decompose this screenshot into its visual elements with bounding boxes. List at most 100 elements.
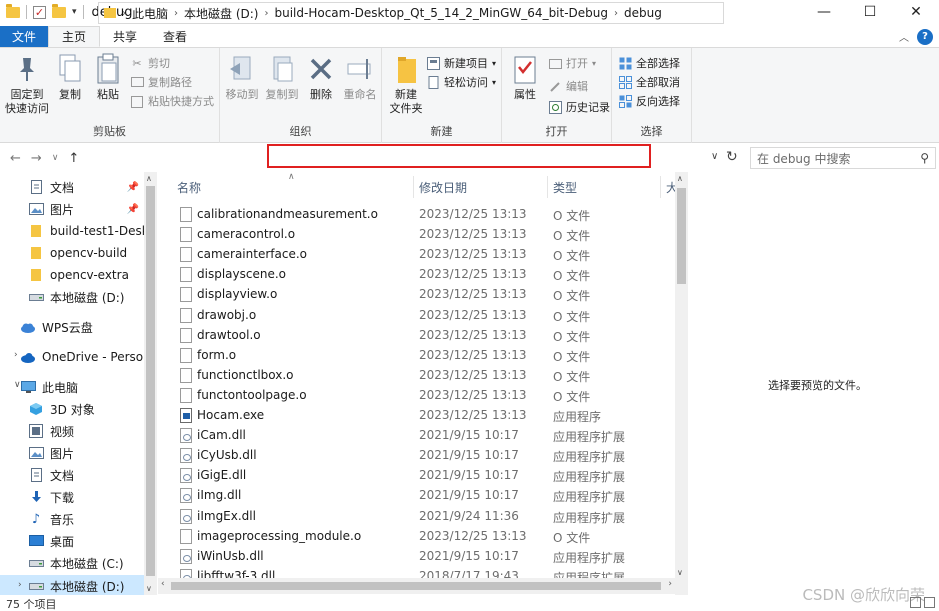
copy-to-button[interactable]: 复制到	[264, 52, 300, 102]
table-row[interactable]: cameracontrol.o 2023/12/25 13:13 O 文件	[158, 224, 676, 244]
table-row[interactable]: drawobj.o 2023/12/25 13:13 O 文件	[158, 305, 676, 325]
scroll-thumb[interactable]	[171, 582, 661, 590]
nav-item-documents-pinned[interactable]: 文档 📌	[0, 176, 145, 198]
tab-view[interactable]: 查看	[150, 26, 200, 47]
file-list-scrollbar[interactable]: ∧ ∨	[675, 172, 688, 595]
table-row[interactable]: iWinUsb.dll 2021/9/15 10:17 应用程序扩展	[158, 546, 676, 566]
horizontal-scrollbar[interactable]: ‹ ›	[158, 578, 675, 594]
nav-item-downloads[interactable]: 下载	[0, 486, 145, 508]
table-row[interactable]: displayscene.o 2023/12/25 13:13 O 文件	[158, 264, 676, 284]
scroll-right-icon[interactable]: ›	[668, 579, 672, 589]
back-arrow-icon[interactable]: ←	[10, 151, 21, 166]
table-row[interactable]: imageprocessing_module.o 2023/12/25 13:13…	[158, 526, 676, 546]
properties-button[interactable]: 属性	[506, 52, 544, 102]
scroll-thumb[interactable]	[677, 188, 686, 284]
nav-item-this-pc[interactable]: 此电脑	[0, 376, 145, 398]
nav-item-music[interactable]: ♪ 音乐	[0, 508, 145, 530]
paste-shortcut-button[interactable]: 粘贴快捷方式	[130, 93, 214, 109]
paste-button[interactable]: 粘贴	[90, 52, 126, 102]
tab-file[interactable]: 文件	[0, 26, 49, 47]
table-row[interactable]: functontoolpage.o 2023/12/25 13:13 O 文件	[158, 385, 676, 405]
rename-button[interactable]: 重命名	[340, 52, 380, 102]
nav-item-pictures[interactable]: 图片	[0, 442, 145, 464]
nav-item-wps-cloud[interactable]: WPS云盘	[0, 316, 145, 338]
select-all-button[interactable]: 全部选择	[618, 55, 680, 71]
table-row[interactable]: iImg.dll 2021/9/15 10:17 应用程序扩展	[158, 485, 676, 505]
breadcrumb-this-pc[interactable]: 此电脑	[132, 5, 168, 22]
table-row[interactable]: drawtool.o 2023/12/25 13:13 O 文件	[158, 325, 676, 345]
nav-item-local-disk-d[interactable]: 本地磁盘 (D:)	[0, 575, 145, 595]
scroll-up-icon[interactable]: ∧	[146, 174, 152, 183]
forward-arrow-icon[interactable]: →	[31, 151, 42, 166]
minimize-button[interactable]: —	[801, 0, 847, 24]
column-date[interactable]: 修改日期	[419, 179, 467, 196]
pin-to-quick-access-button[interactable]: 固定到 快速访问	[4, 52, 50, 116]
new-folder-icon[interactable]	[52, 3, 66, 18]
refresh-icon[interactable]: ↻	[726, 149, 738, 165]
breadcrumb-chevron-icon[interactable]: ›	[174, 8, 178, 19]
table-row[interactable]: displayview.o 2023/12/25 13:13 O 文件	[158, 284, 676, 304]
nav-item-opencv-extra[interactable]: opencv-extra	[0, 264, 145, 286]
easy-access-button[interactable]: 轻松访问 ▾	[426, 74, 496, 90]
recent-locations-chevron-icon[interactable]: ∨	[52, 153, 59, 163]
table-row[interactable]: Hocam.exe 2023/12/25 13:13 应用程序	[158, 405, 676, 425]
address-bar[interactable]: › 此电脑 › 本地磁盘 (D:) › build-Hocam-Desktop_…	[98, 2, 724, 24]
nav-item-pictures-pinned[interactable]: 图片 📌	[0, 198, 145, 220]
table-row[interactable]: form.o 2023/12/25 13:13 O 文件	[158, 345, 676, 365]
nav-item-local-disk-c[interactable]: 本地磁盘 (C:)	[0, 552, 145, 574]
nav-item-videos[interactable]: 视频	[0, 420, 145, 442]
table-row[interactable]: calibrationandmeasurement.o 2023/12/25 13…	[158, 204, 676, 224]
column-divider[interactable]	[547, 176, 548, 198]
delete-button[interactable]: 删除	[306, 52, 336, 102]
breadcrumb-local-disk-d[interactable]: 本地磁盘 (D:)	[184, 5, 258, 22]
scroll-left-icon[interactable]: ‹	[161, 579, 165, 589]
maximize-button[interactable]: ☐	[847, 0, 893, 24]
scroll-down-icon[interactable]: ∨	[146, 584, 152, 593]
table-row[interactable]: iCam.dll 2021/9/15 10:17 应用程序扩展	[158, 425, 676, 445]
collapse-ribbon-chevron-icon[interactable]: ︿	[899, 29, 909, 44]
column-divider[interactable]	[660, 176, 661, 198]
history-button[interactable]: 历史记录	[548, 99, 610, 115]
copy-path-button[interactable]: 复制路径	[130, 74, 192, 90]
nav-item-build-test1[interactable]: build-test1-Deskt	[0, 220, 145, 242]
cut-button[interactable]: ✂ 剪切	[130, 55, 170, 71]
expand-arrow-icon[interactable]: ›	[18, 580, 22, 590]
table-row[interactable]: iImgEx.dll 2021/9/24 11:36 应用程序扩展	[158, 506, 676, 526]
tab-home[interactable]: 主页	[48, 26, 101, 47]
nav-item-3d-objects[interactable]: 3D 对象	[0, 398, 145, 420]
table-row[interactable]: iCyUsb.dll 2021/9/15 10:17 应用程序扩展	[158, 445, 676, 465]
nav-item-opencv-build[interactable]: opencv-build	[0, 242, 145, 264]
nav-item-desktop[interactable]: 桌面	[0, 530, 145, 552]
edit-button[interactable]: 编辑	[548, 78, 588, 94]
search-input[interactable]: 在 debug 中搜索 ⚲	[750, 147, 936, 169]
breadcrumb-chevron-icon[interactable]: ›	[614, 8, 618, 19]
table-row[interactable]: functionctlbox.o 2023/12/25 13:13 O 文件	[158, 365, 676, 385]
expand-arrow-icon[interactable]: ∨	[14, 380, 21, 390]
table-row[interactable]: camerainterface.o 2023/12/25 13:13 O 文件	[158, 244, 676, 264]
column-type[interactable]: 类型	[553, 179, 577, 196]
breadcrumb-chevron-icon[interactable]: ›	[122, 8, 126, 19]
properties-check-icon[interactable]: ✓	[33, 5, 46, 19]
column-name[interactable]: 名称	[177, 179, 201, 196]
select-none-button[interactable]: 全部取消	[618, 74, 680, 90]
invert-selection-button[interactable]: 反向选择	[618, 93, 680, 109]
breadcrumb-build-folder[interactable]: build-Hocam-Desktop_Qt_5_14_2_MinGW_64_b…	[274, 6, 608, 20]
help-icon[interactable]: ?	[917, 28, 933, 45]
new-item-button[interactable]: 新建项目 ▾	[426, 55, 496, 71]
copy-button[interactable]: 复制	[52, 52, 88, 102]
column-divider[interactable]	[413, 176, 414, 198]
nav-item-local-disk-d-quick[interactable]: 本地磁盘 (D:)	[0, 286, 145, 308]
breadcrumb-chevron-icon[interactable]: ›	[264, 8, 268, 19]
open-button[interactable]: 打开 ▾	[548, 55, 596, 71]
nav-pane-scrollbar[interactable]: ∧ ∨	[144, 172, 157, 595]
breadcrumb-debug[interactable]: debug	[624, 6, 662, 20]
expand-arrow-icon[interactable]: ›	[14, 350, 18, 360]
tab-share[interactable]: 共享	[100, 26, 150, 47]
scroll-thumb[interactable]	[146, 186, 155, 576]
nav-item-documents[interactable]: 文档	[0, 464, 145, 486]
up-arrow-icon[interactable]: ↑	[68, 151, 79, 166]
table-row[interactable]: iGigE.dll 2021/9/15 10:17 应用程序扩展	[158, 465, 676, 485]
scroll-down-icon[interactable]: ∨	[677, 568, 683, 577]
large-icons-view-icon[interactable]	[924, 597, 935, 608]
new-folder-button[interactable]: 新建 文件夹	[386, 52, 426, 116]
